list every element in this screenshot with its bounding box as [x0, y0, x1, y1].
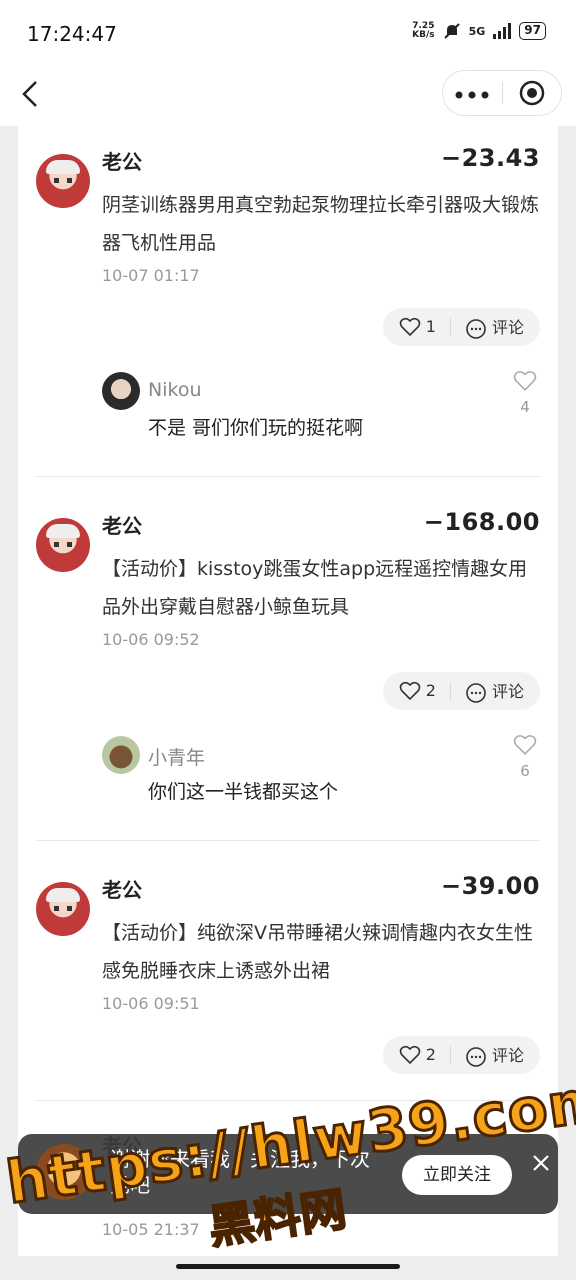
post-actions: 2 评论 — [382, 1036, 540, 1074]
post-time: 10-07 01:17 — [102, 266, 200, 285]
like-button[interactable]: 2 — [399, 1045, 436, 1066]
battery-indicator: 97 — [519, 22, 546, 40]
mini-program-capsule — [442, 70, 562, 116]
more-button[interactable] — [443, 83, 502, 103]
network-label: 5G — [468, 24, 486, 38]
mute-bell-icon — [443, 22, 461, 40]
like-button[interactable]: 2 — [399, 681, 436, 702]
heart-icon — [513, 371, 537, 391]
post-description: 【活动价】kisstoy跳蛋女性app远程遥控情趣女用品外出穿戴自慰器小鲸鱼玩具 — [102, 558, 528, 618]
comment-text: 不是 哥们你们玩的挺花啊 — [148, 417, 364, 439]
avatar[interactable] — [102, 372, 140, 410]
post-divider — [36, 476, 540, 477]
like-count: 1 — [425, 316, 436, 336]
comment-button[interactable]: 评论 — [465, 678, 524, 704]
post-time: 10-06 09:51 — [102, 994, 200, 1013]
comment-like-count: 6 — [520, 762, 530, 780]
status-bar: 17:24:47 7.25 KB/s 5G 97 — [0, 0, 576, 66]
comment-author: 小青年 — [148, 747, 206, 769]
status-icons: 7.25 KB/s 5G 97 — [412, 22, 546, 40]
chevron-left-icon — [22, 81, 37, 107]
comment-like-button[interactable]: 4 — [510, 370, 540, 416]
post-amount: −23.43 — [440, 144, 540, 172]
target-icon — [519, 80, 544, 106]
post-divider — [36, 840, 540, 841]
avatar[interactable] — [36, 154, 90, 208]
signal-icon — [493, 23, 512, 39]
close-miniprogram-button[interactable] — [502, 79, 561, 107]
post-author: 老公 — [102, 150, 142, 174]
heart-icon — [399, 1046, 420, 1065]
like-count: 2 — [425, 1044, 436, 1064]
comment-icon — [466, 1046, 486, 1067]
comment-icon — [466, 318, 486, 339]
more-dots-icon — [455, 91, 489, 99]
post-author: 老公 — [102, 878, 142, 902]
comment-text: 你们这一半钱都买这个 — [148, 781, 339, 803]
back-button[interactable] — [18, 76, 42, 112]
comment-label: 评论 — [491, 1046, 524, 1066]
heart-icon — [399, 318, 420, 337]
post-author: 老公 — [102, 514, 142, 538]
heart-icon — [513, 735, 537, 755]
comment-button[interactable]: 评论 — [465, 1042, 524, 1068]
post-amount: −39.00 — [440, 872, 540, 900]
heart-icon — [399, 682, 420, 701]
post-actions: 1 评论 — [382, 308, 540, 346]
post-amount: −168.00 — [423, 508, 540, 536]
nav-bar — [0, 66, 576, 126]
avatar[interactable] — [36, 518, 90, 572]
comment-button[interactable]: 评论 — [465, 314, 524, 340]
home-indicator — [176, 1264, 400, 1269]
avatar[interactable] — [102, 736, 140, 774]
like-button[interactable]: 1 — [399, 317, 436, 338]
post-time: 10-06 09:52 — [102, 630, 200, 649]
comment-icon — [466, 682, 486, 703]
comment-like-count: 4 — [520, 398, 530, 416]
post-actions: 2 评论 — [382, 672, 540, 710]
comment-author: Nikou — [148, 379, 202, 401]
comment-label: 评论 — [491, 682, 524, 702]
post-description: 【活动价】纯欲深V吊带睡裙火辣调情趣内衣女生性感免脱睡衣床上诱惑外出裙 — [102, 922, 533, 982]
post-description: 阴茎训练器男用真空勃起泵物理拉长牵引器吸大锻炼器飞机性用品 — [102, 194, 540, 254]
status-time: 17:24:47 — [27, 22, 117, 46]
comment-like-button[interactable]: 6 — [510, 734, 540, 780]
like-count: 2 — [425, 680, 436, 700]
avatar[interactable] — [36, 882, 90, 936]
net-speed: 7.25 KB/s — [412, 21, 435, 40]
comment-label: 评论 — [491, 318, 524, 338]
